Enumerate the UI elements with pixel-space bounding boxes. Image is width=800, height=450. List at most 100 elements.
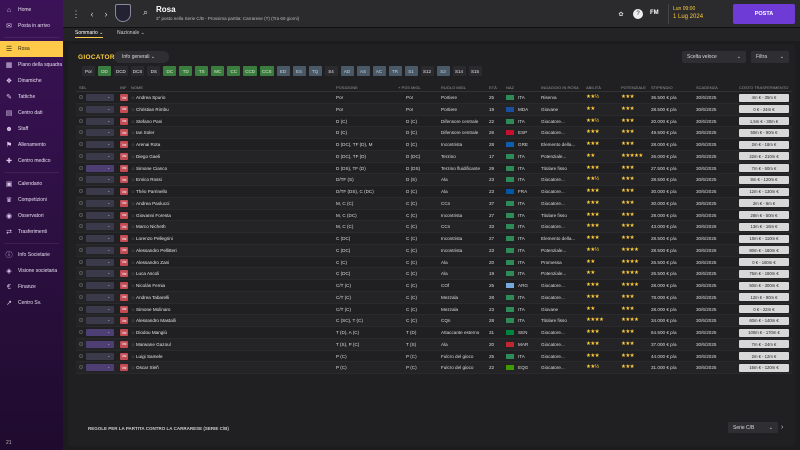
- selection-dropdown[interactable]: ⌄: [86, 329, 114, 336]
- position-filter-chip[interactable]: CC: [227, 66, 241, 76]
- table-row[interactable]: ⌄ Vai ☺ Théo Parrinello D/TF (DS), C (DC…: [76, 186, 792, 198]
- player-name[interactable]: Marwane Gazoul: [136, 342, 171, 347]
- table-row[interactable]: ⌄ Vai ☺ Andrea Tabarelli C/T (C) C (C) M…: [76, 291, 792, 304]
- selection-dropdown[interactable]: ⌄: [86, 141, 114, 148]
- position-filter-chip[interactable]: S4: [324, 66, 338, 76]
- sidebar-item-17[interactable]: ↗ Centro Sv.: [0, 295, 63, 311]
- table-row[interactable]: ⌄ Vai ☺ Oscar Sleñ P (C) P (C) Fulcro de…: [76, 362, 792, 374]
- selection-dropdown[interactable]: ⌄: [86, 270, 114, 278]
- position-filter-chip[interactable]: AS: [356, 66, 370, 76]
- row-select-radio[interactable]: [79, 365, 83, 370]
- player-name[interactable]: Luigi Samele: [136, 354, 163, 359]
- sidebar-item-15[interactable]: ◈ Visione societaria: [0, 263, 63, 279]
- row-select-radio[interactable]: [79, 294, 83, 299]
- col-inf[interactable]: INF: [120, 85, 126, 90]
- position-filter-chip[interactable]: TS: [195, 66, 209, 76]
- row-select-radio[interactable]: [79, 95, 83, 99]
- player-name[interactable]: Simone Molinaro: [136, 307, 170, 312]
- sidebar-item-4[interactable]: ❖ Dinamiche: [0, 73, 63, 89]
- position-filter-chip[interactable]: AD: [340, 66, 354, 76]
- row-select-radio[interactable]: [79, 165, 83, 170]
- row-select-radio[interactable]: [79, 177, 83, 182]
- player-name[interactable]: Nicolás Femia: [136, 283, 165, 288]
- table-row[interactable]: ⌄ Vai ☺ Andrea Spurio Por Por Portiere 2…: [76, 92, 792, 104]
- position-filter-chip[interactable]: ED: [276, 66, 290, 76]
- col-wage[interactable]: STIPENDIO: [651, 85, 673, 90]
- selection-dropdown[interactable]: ⌄: [86, 117, 114, 125]
- sidebar-item-2[interactable]: ☰ Rosa: [0, 41, 63, 57]
- continue-button[interactable]: POSTA: [733, 4, 795, 24]
- sidebar-item-11[interactable]: ♛ Competizioni: [0, 192, 63, 208]
- row-select-radio[interactable]: [79, 153, 83, 158]
- sidebar-item-3[interactable]: ▦ Piano della squadra: [0, 57, 63, 73]
- selection-dropdown[interactable]: ⌄: [86, 211, 114, 219]
- player-name[interactable]: Théo Parrinello: [136, 189, 167, 194]
- table-row[interactable]: ⌄ Vai ☺ Enrico Rossi D/TF (S) D (S) Ala …: [76, 174, 792, 186]
- player-name[interactable]: Ian Soler: [136, 130, 154, 135]
- table-row[interactable]: ⌄ Vai ☺ Diodou Mangiù T (D), A (C) T (D)…: [76, 327, 792, 339]
- sidebar-item-13[interactable]: ⇄ Trasferimenti: [0, 224, 63, 240]
- player-name[interactable]: Marco Nicheth: [136, 224, 166, 229]
- table-row[interactable]: ⌄ Vai ☺ Arenai Rota D (DC), TF (D), M D …: [76, 139, 792, 151]
- row-select-radio[interactable]: [79, 306, 83, 311]
- table-row[interactable]: ⌄ Vai ☺ Stefano Pani D (C) D (C) Difenso…: [76, 116, 792, 128]
- club-crest-icon[interactable]: [115, 4, 131, 22]
- col-expiry[interactable]: SCADENZA: [696, 85, 718, 90]
- col-best-role[interactable]: RUOLO MIGL: [441, 85, 466, 90]
- col-nat[interactable]: NAZ: [506, 85, 514, 90]
- player-name[interactable]: Simone Cianco: [136, 166, 167, 171]
- view-select[interactable]: Info generali ⌄: [114, 51, 169, 63]
- player-name[interactable]: Diego Gaeli: [136, 154, 160, 159]
- position-filter-chip[interactable]: DCD: [114, 66, 128, 76]
- player-name[interactable]: Alessandro Mastalli: [136, 318, 176, 323]
- sidebar-item-14[interactable]: ⓘ Info Societarie: [0, 247, 63, 263]
- col-potential[interactable]: POTENZIALE: [621, 85, 646, 90]
- selection-dropdown[interactable]: ⌄: [86, 352, 114, 360]
- table-row[interactable]: ⌄ Vai ☺ Christian Rimbu Por Por Portiere…: [76, 103, 792, 116]
- player-name[interactable]: Arenai Rota: [136, 142, 160, 147]
- position-filter-chip[interactable]: MC: [211, 66, 225, 76]
- selection-dropdown[interactable]: ⌄: [86, 176, 114, 184]
- search-icon[interactable]: ⌕: [143, 7, 148, 18]
- player-name[interactable]: Stefano Pani: [136, 119, 162, 124]
- row-select-radio[interactable]: [79, 247, 83, 252]
- sidebar-item-9[interactable]: ✚ Centro medico: [0, 153, 63, 169]
- menu-icon[interactable]: ⋮: [69, 7, 83, 21]
- position-filter-chip[interactable]: TD: [179, 66, 193, 76]
- row-select-radio[interactable]: [79, 224, 83, 229]
- row-select-radio[interactable]: [79, 271, 83, 276]
- table-row[interactable]: ⌄ Vai ☺ Giovanni Foresta M, C (DC) C (C)…: [76, 210, 792, 222]
- selection-dropdown[interactable]: ⌄: [86, 305, 114, 313]
- forward-icon[interactable]: ›: [99, 7, 113, 21]
- selection-dropdown[interactable]: ⌄: [86, 152, 114, 160]
- filter-button[interactable]: Filtra ⌄: [751, 51, 789, 63]
- sidebar-item-0[interactable]: ⌂ Home: [0, 2, 63, 18]
- row-select-radio[interactable]: [79, 236, 83, 240]
- table-row[interactable]: ⌄ Vai ☺ Luigi Samele P (C) P (C) Fulcro …: [76, 351, 792, 363]
- next-icon[interactable]: ›: [781, 424, 783, 431]
- help-icon[interactable]: ?: [633, 9, 643, 19]
- position-filter-chip[interactable]: CCS: [260, 66, 274, 76]
- player-name[interactable]: Luca Ascoli: [136, 271, 159, 276]
- table-row[interactable]: ⌄ Vai ☺ Diego Gaeli D (DC), TF (D) D (DC…: [76, 150, 792, 163]
- row-select-radio[interactable]: [79, 330, 83, 334]
- position-filter-chip[interactable]: Por: [82, 66, 95, 76]
- sidebar-item-12[interactable]: ◉ Osservatori: [0, 208, 63, 224]
- table-row[interactable]: ⌄ Vai ☺ Marwane Gazoul T (S), P (C) T (S…: [76, 338, 792, 351]
- fm-logo[interactable]: FM: [650, 10, 659, 16]
- table-row[interactable]: ⌄ Vai ☺ Andrea Paolucci M, C (C) C (C) C…: [76, 197, 792, 210]
- col-ability[interactable]: ABILITÀ: [586, 85, 601, 90]
- row-select-radio[interactable]: [79, 189, 83, 193]
- sidebar-item-6[interactable]: ▤ Centro dati: [0, 105, 63, 121]
- back-icon[interactable]: ‹: [85, 7, 99, 21]
- col-best-pos[interactable]: + POS MIGL: [398, 85, 421, 90]
- position-filter-chip[interactable]: S12: [420, 66, 434, 76]
- selection-dropdown[interactable]: ⌄: [86, 246, 114, 254]
- row-select-radio[interactable]: [79, 259, 83, 264]
- selection-dropdown[interactable]: ⌄: [86, 340, 114, 348]
- selection-dropdown[interactable]: ⌄: [86, 282, 114, 289]
- player-name[interactable]: Giovanni Foresta: [136, 213, 171, 218]
- position-filter-chip[interactable]: S15: [468, 66, 482, 76]
- row-select-radio[interactable]: [79, 106, 83, 111]
- row-select-radio[interactable]: [79, 318, 83, 323]
